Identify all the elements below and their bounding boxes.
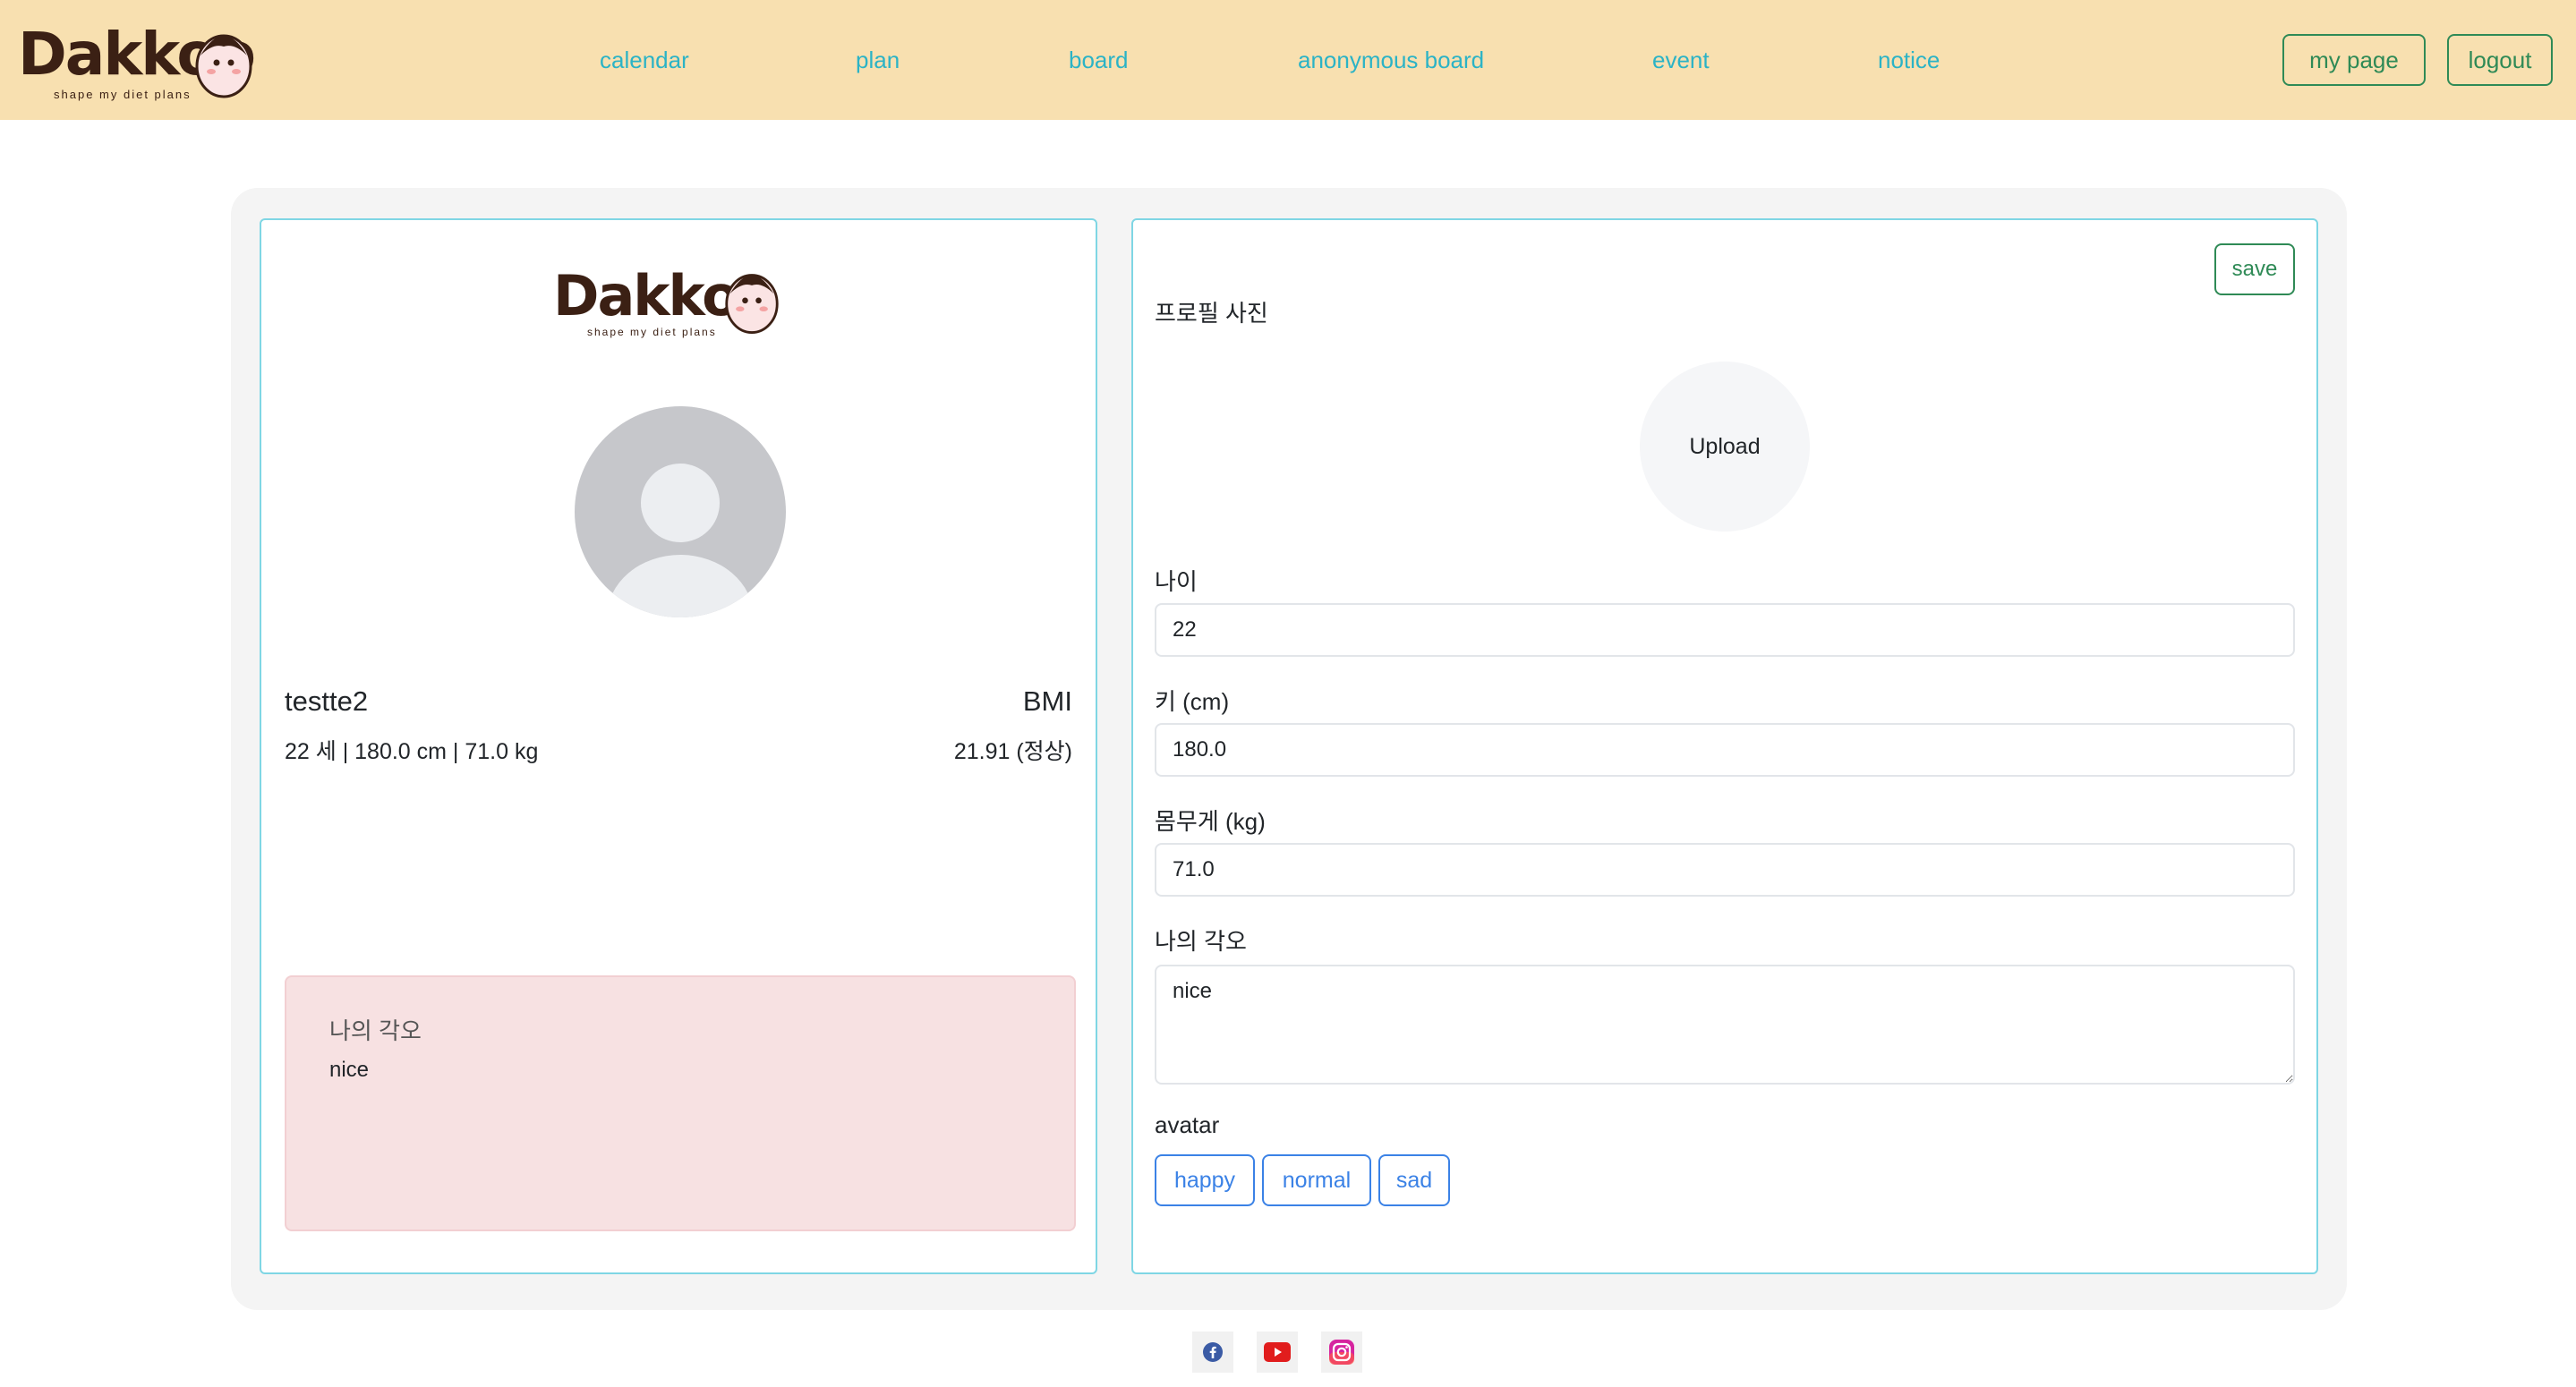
height-label: 키 (cm) [1155, 688, 1230, 715]
age-label: 나이 [1155, 568, 1198, 595]
my-page-button[interactable]: my page [2282, 34, 2426, 86]
resolve-label: 나의 각오 [1155, 928, 1247, 955]
brand-tagline: shape my diet plans [587, 326, 717, 338]
weight-label: 몸무게 (kg) [1155, 808, 1266, 835]
upload-photo-button[interactable]: Upload [1640, 362, 1810, 532]
nav-calendar[interactable]: calendar [600, 47, 689, 74]
profile-avatar-icon [575, 406, 786, 617]
mascot-icon [195, 34, 252, 98]
profile-photo-label: 프로필 사진 [1155, 300, 1268, 327]
facebook-icon[interactable] [1192, 1332, 1233, 1373]
save-button[interactable]: save [2214, 243, 2295, 295]
bmi-value: 21.91 (정상) [953, 739, 1072, 764]
logout-button[interactable]: logout [2447, 34, 2553, 86]
mypage-container: Dakkoo shape my diet plans testte2 BMI 2… [231, 188, 2347, 1310]
instagram-icon[interactable] [1321, 1332, 1362, 1373]
avatar-normal-button[interactable]: normal [1262, 1154, 1371, 1206]
bmi-label: BMI [1022, 685, 1072, 717]
nav-notice[interactable]: notice [1878, 47, 1940, 74]
age-input[interactable] [1155, 603, 2295, 657]
nav-board[interactable]: board [1069, 47, 1129, 74]
resolve-text: nice [329, 1058, 370, 1082]
avatar-sad-button[interactable]: sad [1378, 1154, 1450, 1206]
resolve-title: 나의 각오 [329, 1017, 422, 1044]
profile-card: Dakkoo shape my diet plans testte2 BMI 2… [260, 218, 1097, 1274]
brand-tagline: shape my diet plans [54, 88, 192, 101]
resolve-textarea[interactable]: nice [1155, 965, 2295, 1085]
avatar-happy-button[interactable]: happy [1155, 1154, 1255, 1206]
height-input[interactable] [1155, 723, 2295, 777]
nav-anonymous-board[interactable]: anonymous board [1298, 47, 1484, 74]
top-navbar: Dakkoo shape my diet plans calendar plan… [0, 0, 2576, 120]
avatar-label: avatar [1155, 1111, 1220, 1138]
weight-input[interactable] [1155, 843, 2295, 897]
profile-stats: 22 세 | 180.0 cm | 71.0 kg [285, 739, 539, 764]
profile-username: testte2 [285, 685, 369, 717]
nav-event[interactable]: event [1652, 47, 1710, 74]
avatar-body [607, 555, 754, 617]
resolve-box: 나의 각오 nice [285, 975, 1076, 1231]
profile-card-logo: Dakkoo shape my diet plans [553, 256, 795, 345]
brand-logo[interactable]: Dakkoo shape my diet plans [18, 13, 260, 106]
avatar-head [641, 464, 720, 542]
nav-plan[interactable]: plan [856, 47, 900, 74]
mascot-icon [725, 274, 779, 334]
profile-edit-card: save 프로필 사진 Upload 나이 키 (cm) 몸무게 (kg) 나의… [1131, 218, 2318, 1274]
youtube-icon[interactable] [1257, 1332, 1298, 1373]
